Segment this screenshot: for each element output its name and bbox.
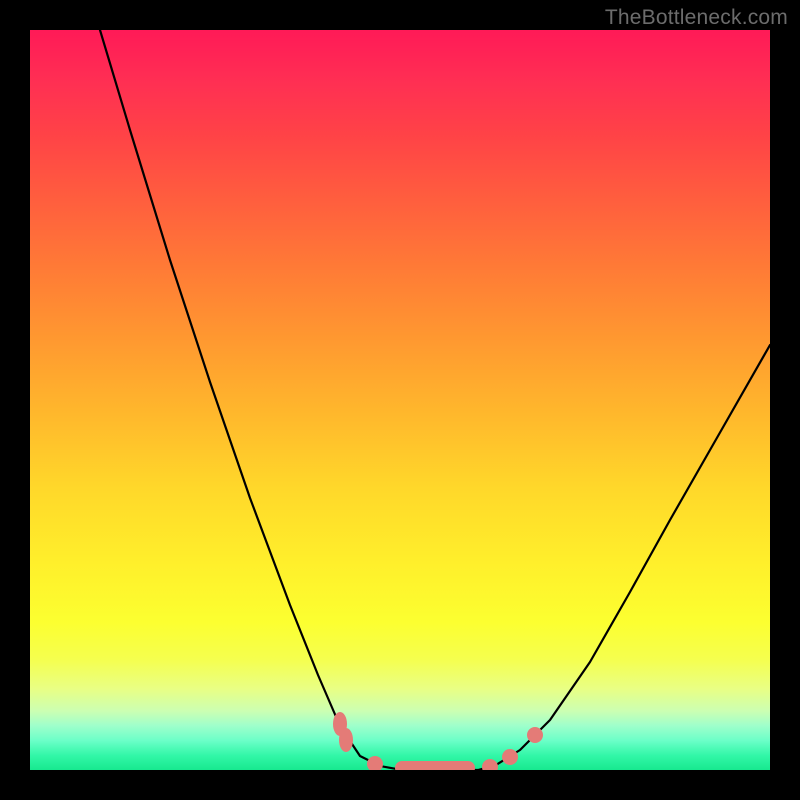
marker-right-3 xyxy=(527,727,543,743)
marker-right-1 xyxy=(482,759,498,770)
marker-left-3 xyxy=(367,756,383,770)
curve-markers xyxy=(333,712,543,770)
chart-frame: TheBottleneck.com xyxy=(0,0,800,800)
bottleneck-curve xyxy=(100,30,770,770)
curve-svg xyxy=(30,30,770,770)
plot-area xyxy=(30,30,770,770)
watermark-text: TheBottleneck.com xyxy=(605,6,788,30)
bottleneck-curve-path xyxy=(100,30,770,770)
marker-left-2 xyxy=(339,728,353,752)
marker-bottom-bar xyxy=(395,761,475,770)
marker-right-2 xyxy=(502,749,518,765)
